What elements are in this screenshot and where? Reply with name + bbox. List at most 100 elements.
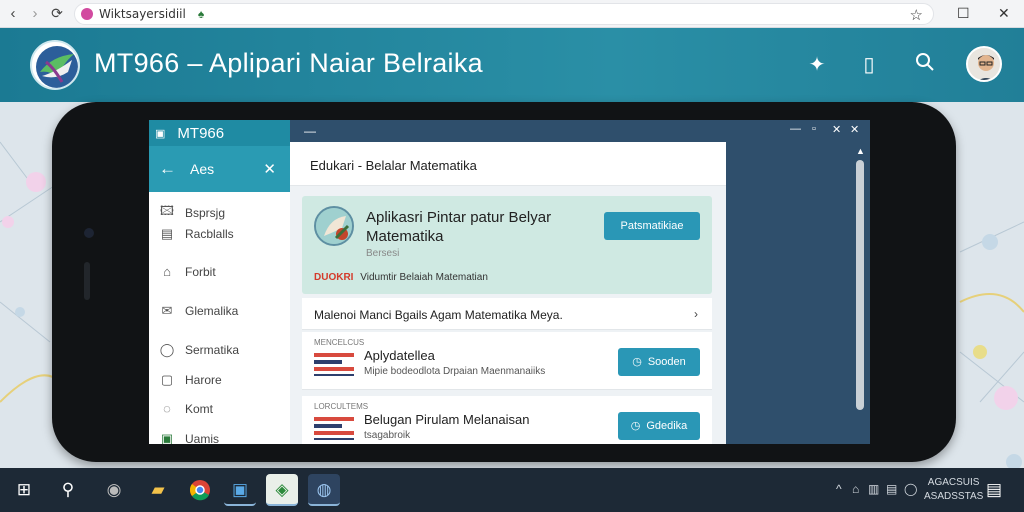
hero-action-button[interactable]: Patsmatikiae <box>604 212 700 240</box>
sidebar-item-label: Bsprsjg <box>185 206 226 220</box>
app-title: MT966 – Aplipari Naiar Belraika <box>94 48 483 78</box>
close-icon[interactable]: ✕ <box>998 5 1010 22</box>
screen-title-bar: — — ▫ ✕ ✕ <box>290 120 870 142</box>
restore-icon[interactable]: ▫ <box>812 123 816 135</box>
sidebar-header: ← Aes ✕ <box>149 146 290 192</box>
tray-battery-icon[interactable]: ▤ <box>886 482 897 496</box>
image-icon: 🖾 <box>159 203 175 218</box>
bell-icon: ◌ <box>163 401 171 416</box>
sidebar-item-label: Sermatika <box>185 343 240 357</box>
hero-logo-icon <box>314 206 354 246</box>
hero-tag: DUOKRI Vidumtir Belaiah Matematian <box>314 272 488 283</box>
task-view-icon[interactable]: ◉ <box>98 474 130 506</box>
sidebar-app-bar: ▣ MT966 <box>149 120 290 146</box>
camera-icon <box>84 228 94 238</box>
card-subtitle: Mipie bodeodlota Drpaian Maenmanaiiks <box>364 366 546 377</box>
notes-icon: ▤ <box>160 226 174 241</box>
avatar[interactable] <box>966 46 1002 82</box>
chevron-right-icon: › <box>694 307 698 321</box>
hero-card: Aplikasri Pintar patur Belyar Matematika… <box>302 196 712 294</box>
card-action-button[interactable]: ◷ Sooden <box>618 348 700 376</box>
address-bar[interactable]: Wiktsayersidiil ♠ ☆ <box>74 3 934 25</box>
bookmark-icon[interactable]: ▯ <box>856 52 882 78</box>
sidebar-item-racblalls[interactable]: ▤ Racblalls <box>159 226 234 242</box>
sidebar-item-label: Glemalika <box>185 304 239 318</box>
sidebar-item-label: Racblalls <box>185 227 234 241</box>
card-title: Belugan Pirulam Melanaisan <box>364 412 530 427</box>
search-icon[interactable] <box>912 52 938 78</box>
sidebar-item-forbit[interactable]: ⌂ Forbit <box>159 264 216 279</box>
sidebar-item-komt[interactable]: ◌ Komt <box>159 401 213 416</box>
tray-volume-icon[interactable]: ▥ <box>868 482 879 496</box>
banner-text: Malenoi Manci Bgails Agam Matematika Mey… <box>314 308 563 322</box>
extension-icon[interactable]: ♠ <box>198 7 204 21</box>
mail-icon: ✉ <box>161 303 173 318</box>
sidebar-item-sermatika[interactable]: ◯ Sermatika <box>159 342 239 358</box>
folder-icon: ▢ <box>160 372 174 387</box>
taskbar-clock[interactable]: AGACSUIS ASADSSTAS <box>924 476 983 504</box>
sidebar-item-uamis[interactable]: ▣ Uamis <box>159 431 219 444</box>
sidebar-header-label: Aes <box>190 161 215 177</box>
calendar-icon: ▣ <box>160 431 174 444</box>
hero-subtitle: Bersesi <box>366 248 400 259</box>
sidebar-item-label: Forbit <box>185 264 216 279</box>
tray-sync-icon[interactable]: ◯ <box>904 482 917 496</box>
bookmark-star-icon[interactable]: ☆ <box>910 6 923 24</box>
menu-dash-icon[interactable]: — <box>304 124 316 138</box>
card-subtitle: tsagabroik <box>364 430 411 441</box>
scroll-up-icon[interactable]: ▲ <box>856 146 865 156</box>
sidebar-item-bsprsjg[interactable]: 🖾 Bsprsjg <box>159 202 225 224</box>
list-item: LORCULTEMS Belugan Pirulam Melanaisan ts… <box>302 396 712 444</box>
app-header: MT966 – Aplipari Naiar Belraika ✦ ▯ <box>0 28 1024 102</box>
phone-speaker <box>84 262 90 300</box>
forward-icon[interactable]: › <box>24 5 46 22</box>
chat-icon: ◯ <box>159 342 175 357</box>
tray-network-icon[interactable]: ⌂ <box>852 482 859 496</box>
sidebar-item-harore[interactable]: ▢ Harore <box>159 372 222 388</box>
store-app-icon[interactable]: ▣ <box>224 474 256 506</box>
clock-icon: ◷ <box>632 356 642 368</box>
hero-tag-text: Vidumtir Belaiah Matematian <box>360 272 488 283</box>
sidebar: ▣ MT966 ← Aes ✕ 🖾 Bsprsjg ▤ Racblalls ⌂ … <box>149 120 290 444</box>
search-icon[interactable]: ⚲ <box>52 474 84 506</box>
taskbar: ⊞ ⚲ ◉ ▰ ▣ ◈ ◍ ^ ⌂ ▥ ▤ ◯ AGACSUIS ASADSST… <box>0 468 1024 512</box>
card-tiny-label: MENCELCUS <box>314 338 365 347</box>
site-favicon-icon <box>81 8 93 20</box>
tray-chevron-icon[interactable]: ^ <box>836 482 842 496</box>
home-icon: ⌂ <box>163 264 171 279</box>
sidebar-item-label: Komt <box>185 401 214 416</box>
card-action-button[interactable]: ◷ Gdedika <box>618 412 700 440</box>
list-item: MENCELCUS Aplydatellea Mipie bodeodlota … <box>302 332 712 390</box>
back-arrow-icon[interactable]: ← <box>159 159 176 179</box>
scrollbar[interactable] <box>856 160 864 410</box>
sidebar-item-label: Harore <box>185 373 222 387</box>
card-button-label: Sooden <box>647 356 686 368</box>
page-title: Edukari - Belalar Matematika <box>290 142 726 186</box>
back-icon[interactable]: ‹ <box>2 5 24 22</box>
maximize-icon[interactable]: ☐ <box>957 5 970 22</box>
phone-screen: ▣ MT966 ← Aes ✕ 🖾 Bsprsjg ▤ Racblalls ⌂ … <box>149 120 870 444</box>
clock-line-1: AGACSUIS <box>927 477 980 488</box>
puzzle-icon[interactable]: ✦ <box>804 52 830 78</box>
chrome-icon[interactable] <box>184 474 216 506</box>
screen-close-icon[interactable]: ✕ <box>832 123 841 136</box>
sidebar-app-name: MT966 <box>177 124 225 142</box>
main-content: Edukari - Belalar Matematika Aplikasri P… <box>290 142 726 444</box>
info-banner[interactable]: Malenoi Manci Bgails Agam Matematika Mey… <box>302 298 712 330</box>
notification-center-icon[interactable]: ▤ <box>978 474 1010 506</box>
close-sidebar-icon[interactable]: ✕ <box>263 160 276 178</box>
edukari-app-icon[interactable]: ◍ <box>308 474 340 506</box>
screen-close-2-icon[interactable]: ✕ <box>850 123 859 136</box>
sidebar-item-label: Uamis <box>185 432 220 444</box>
minimize-icon[interactable]: — <box>790 123 801 135</box>
address-text: Wiktsayersidiil <box>99 7 186 21</box>
windows-start-icon[interactable]: ⊞ <box>8 474 40 506</box>
reload-icon[interactable]: ⟳ <box>46 5 68 22</box>
browser-chrome: ‹ › ⟳ Wiktsayersidiil ♠ ☆ ☐ ✕ <box>0 0 1024 28</box>
flag-thumbnail-icon <box>314 414 354 440</box>
card-tiny-label: LORCULTEMS <box>314 402 369 411</box>
sidebar-item-glemalika[interactable]: ✉ Glemalika <box>159 303 239 319</box>
app-logo <box>30 40 80 90</box>
file-explorer-icon[interactable]: ▰ <box>142 474 174 506</box>
maps-app-icon[interactable]: ◈ <box>266 474 298 506</box>
